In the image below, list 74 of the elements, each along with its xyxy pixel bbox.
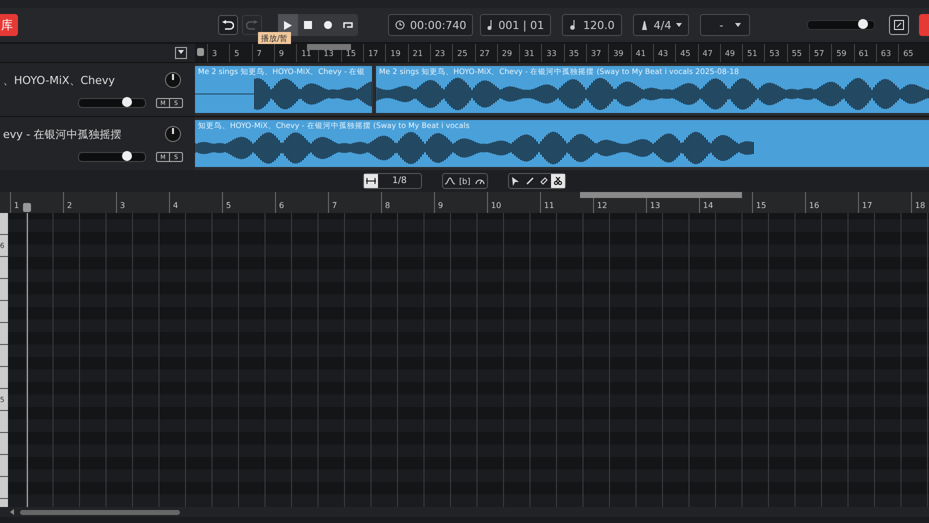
bar-number: 9 xyxy=(274,44,296,62)
play-icon xyxy=(284,20,292,30)
bar-number: 53 xyxy=(764,44,787,62)
key-dropdown[interactable]: - xyxy=(700,14,750,36)
tool-button[interactable] xyxy=(550,174,565,188)
bar-number: 43 xyxy=(652,44,676,62)
undo-icon xyxy=(222,20,234,30)
bar-number: 37 xyxy=(586,44,608,62)
position-display: 001 | 01 xyxy=(480,14,552,36)
horizontal-scrollbar[interactable] xyxy=(0,507,929,517)
snap-icon xyxy=(366,177,376,185)
playhead-handle[interactable] xyxy=(23,203,31,212)
eraser-icon xyxy=(540,177,548,185)
quantize-value[interactable]: 1/8 xyxy=(378,176,421,186)
stop-icon xyxy=(304,21,312,29)
bar-number: 57 xyxy=(809,44,832,62)
bar-number: 17 xyxy=(363,44,386,62)
bar-number: 35 xyxy=(564,44,586,62)
pencil-icon xyxy=(526,177,534,185)
bar-number: 63 xyxy=(876,44,898,62)
bar-number: 33 xyxy=(541,44,564,62)
bar-number: 3 xyxy=(207,44,230,62)
score-button[interactable] xyxy=(889,15,909,35)
undo-button[interactable] xyxy=(218,15,238,35)
bar-number: 23 xyxy=(430,44,452,62)
clock-icon xyxy=(395,20,405,30)
scissors-icon xyxy=(554,177,562,185)
bar-number: 49 xyxy=(720,44,742,62)
time-signature-dropdown[interactable]: 4/4 xyxy=(632,14,690,36)
bar-number: 55 xyxy=(786,44,810,62)
curve-icon xyxy=(444,177,455,185)
metronome-icon xyxy=(640,20,649,30)
record-icon xyxy=(324,21,332,29)
bar-number: 31 xyxy=(519,44,542,62)
scroll-left-icon xyxy=(10,509,14,515)
bar-number: 61 xyxy=(854,44,876,62)
bar-number: 59 xyxy=(831,44,854,62)
bar-number: 51 xyxy=(742,44,764,62)
bar-number: 29 xyxy=(496,44,520,62)
redo-icon xyxy=(246,20,258,30)
bar-number: 5 xyxy=(229,44,252,62)
caret-icon xyxy=(735,23,742,27)
loop-icon xyxy=(342,20,354,30)
track-name: evy - 在银河中孤独摇摆 xyxy=(2,126,123,142)
add-filter-icon[interactable] xyxy=(175,47,187,59)
caret-icon xyxy=(676,23,682,27)
bracket-button[interactable]: [b] xyxy=(456,174,473,188)
bar-number: 27 xyxy=(474,44,497,62)
bar-number: 19 xyxy=(385,44,408,62)
snap-toggle[interactable] xyxy=(364,174,378,188)
bar-number: 65 xyxy=(898,44,920,62)
playhead-handle[interactable] xyxy=(197,48,204,56)
bar-number: 39 xyxy=(608,44,631,62)
track-volume-slider[interactable] xyxy=(78,98,146,108)
note-icon xyxy=(487,20,494,30)
track-name: 、HOYO-MiX、Chevy xyxy=(2,72,116,88)
tempo-display[interactable]: 120.0 xyxy=(562,14,622,36)
gauge-icon xyxy=(474,177,485,185)
pan-knob[interactable] xyxy=(165,72,181,88)
bar-number: 41 xyxy=(630,44,653,62)
scrollbar-thumb[interactable] xyxy=(20,510,180,514)
pan-knob[interactable] xyxy=(165,126,181,142)
master-volume-slider[interactable] xyxy=(807,20,875,30)
tooltip: 播放/暂 xyxy=(258,32,291,45)
score-icon xyxy=(894,20,904,30)
pointer-icon xyxy=(512,176,520,186)
library-button[interactable]: 库 xyxy=(0,14,18,36)
bar-number: 45 xyxy=(675,44,698,62)
bar-number: 21 xyxy=(408,44,430,62)
bar-number: 47 xyxy=(698,44,720,62)
track-volume-slider[interactable] xyxy=(78,152,146,162)
time-display: 00:00:740 xyxy=(388,14,474,36)
bar-number: 25 xyxy=(452,44,475,62)
bar-number: 7 xyxy=(252,44,274,62)
